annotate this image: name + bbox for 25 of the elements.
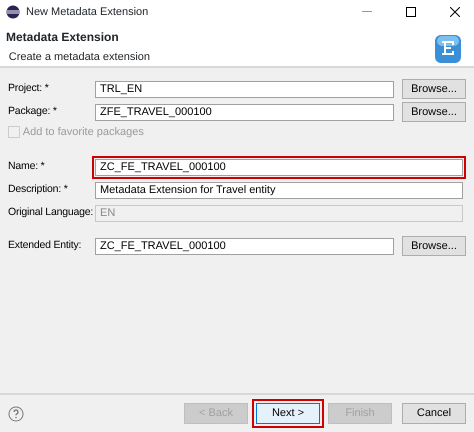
app-icon <box>6 5 20 19</box>
text-field[interactable]: TRL_EN <box>95 80 394 98</box>
close-icon[interactable] <box>450 7 460 17</box>
field-label: Project: * <box>8 81 50 96</box>
text-field[interactable]: ZFE_TRAVEL_000100 <box>95 104 394 120</box>
field-label: Name: * <box>8 159 46 174</box>
text-field[interactable]: Metadata Extension for Travel entity <box>95 182 463 198</box>
browse-button[interactable]: Browse... <box>402 236 466 256</box>
field-label: Description: * <box>8 182 69 198</box>
browse-button[interactable]: Browse... <box>402 102 466 122</box>
help-icon[interactable] <box>8 406 24 422</box>
field-label: Extended Entity: <box>8 238 82 254</box>
field-label: Package: * <box>8 104 58 120</box>
text-field[interactable]: ZC_FE_TRAVEL_000100 <box>95 158 463 176</box>
maximize-icon[interactable] <box>406 7 416 17</box>
text-field[interactable]: ZC_FE_TRAVEL_000100 <box>95 238 394 254</box>
checkbox-label: Add to favorite packages <box>22 125 144 140</box>
window-title: New Metadata Extension <box>26 4 150 20</box>
minimize-icon[interactable] <box>362 11 372 13</box>
browse-button[interactable]: Browse... <box>402 79 466 99</box>
header-title: Metadata Extension <box>6 29 120 46</box>
field-label: Original Language: <box>8 205 92 220</box>
header-subtitle: Create a metadata extension <box>8 50 150 65</box>
wizard-button[interactable]: Cancel <box>402 403 466 424</box>
extension-logo-icon <box>434 34 462 64</box>
